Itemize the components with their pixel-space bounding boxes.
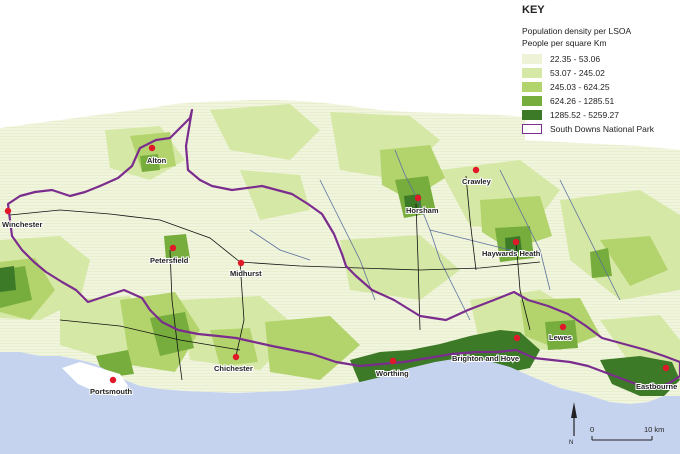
- key-row-class-5: 1285.52 - 5259.27: [522, 108, 678, 121]
- key-row-class-4: 624.26 - 1285.51: [522, 94, 678, 107]
- svg-text:Brighton and Hove: Brighton and Hove: [452, 354, 519, 363]
- scale-start-label: 0: [590, 425, 594, 434]
- boundary-swatch: [522, 123, 542, 134]
- class-swatch: [522, 109, 542, 120]
- svg-text:Midhurst: Midhurst: [230, 269, 262, 278]
- town-marker: [109, 376, 117, 384]
- key-units: People per square Km: [522, 38, 607, 48]
- class-swatch: [522, 67, 542, 78]
- north-label: N: [569, 440, 573, 446]
- town-marker: [232, 353, 240, 361]
- key-row-class-3: 245.03 - 624.25: [522, 80, 678, 93]
- svg-text:Worthing: Worthing: [376, 369, 409, 378]
- class-label: 1285.52 - 5259.27: [550, 109, 620, 120]
- map-key: KEY Population density per LSOA People p…: [522, 4, 678, 135]
- class-label: 22.35 - 53.06: [550, 53, 601, 64]
- boundary-label: South Downs National Park: [550, 123, 654, 134]
- class-label: 624.26 - 1285.51: [550, 95, 615, 106]
- svg-text:Eastbourne: Eastbourne: [636, 382, 677, 391]
- town-marker: [414, 194, 422, 202]
- class-label: 53.07 - 245.02: [550, 67, 605, 78]
- town-marker: [512, 238, 520, 246]
- svg-text:Petersfield: Petersfield: [150, 256, 189, 265]
- town-marker: [389, 357, 397, 365]
- svg-text:Chichester: Chichester: [214, 364, 253, 373]
- town-marker: [237, 259, 245, 267]
- svg-text:Haywards Heath: Haywards Heath: [482, 249, 541, 258]
- town-marker: [559, 323, 567, 331]
- svg-text:Portsmouth: Portsmouth: [90, 387, 133, 396]
- svg-text:Horsham: Horsham: [406, 206, 439, 215]
- town-marker: [4, 207, 12, 215]
- key-row-class-1: 22.35 - 53.06: [522, 52, 678, 65]
- scale-end-label: 10 km: [644, 425, 664, 434]
- class-label: 245.03 - 624.25: [550, 81, 610, 92]
- svg-text:Alton: Alton: [147, 156, 167, 165]
- class-swatch: [522, 53, 542, 64]
- key-subtitle: Population density per LSOA: [522, 26, 632, 36]
- town-marker: [513, 334, 521, 342]
- key-classes: 22.35 - 53.06 53.07 - 245.02 245.03 - 624.…: [522, 52, 678, 121]
- svg-text:Crawley: Crawley: [462, 177, 492, 186]
- class-swatch: [522, 81, 542, 92]
- town-marker: [662, 364, 670, 372]
- key-row-class-2: 53.07 - 245.02: [522, 66, 678, 79]
- svg-text:Winchester: Winchester: [2, 220, 42, 229]
- town-marker: [148, 144, 156, 152]
- town-marker: [472, 166, 480, 174]
- class-swatch: [522, 95, 542, 106]
- key-row-boundary: South Downs National Park: [522, 122, 678, 135]
- town-marker: [169, 244, 177, 252]
- key-title: KEY: [522, 4, 545, 16]
- svg-text:Lewes: Lewes: [549, 333, 572, 342]
